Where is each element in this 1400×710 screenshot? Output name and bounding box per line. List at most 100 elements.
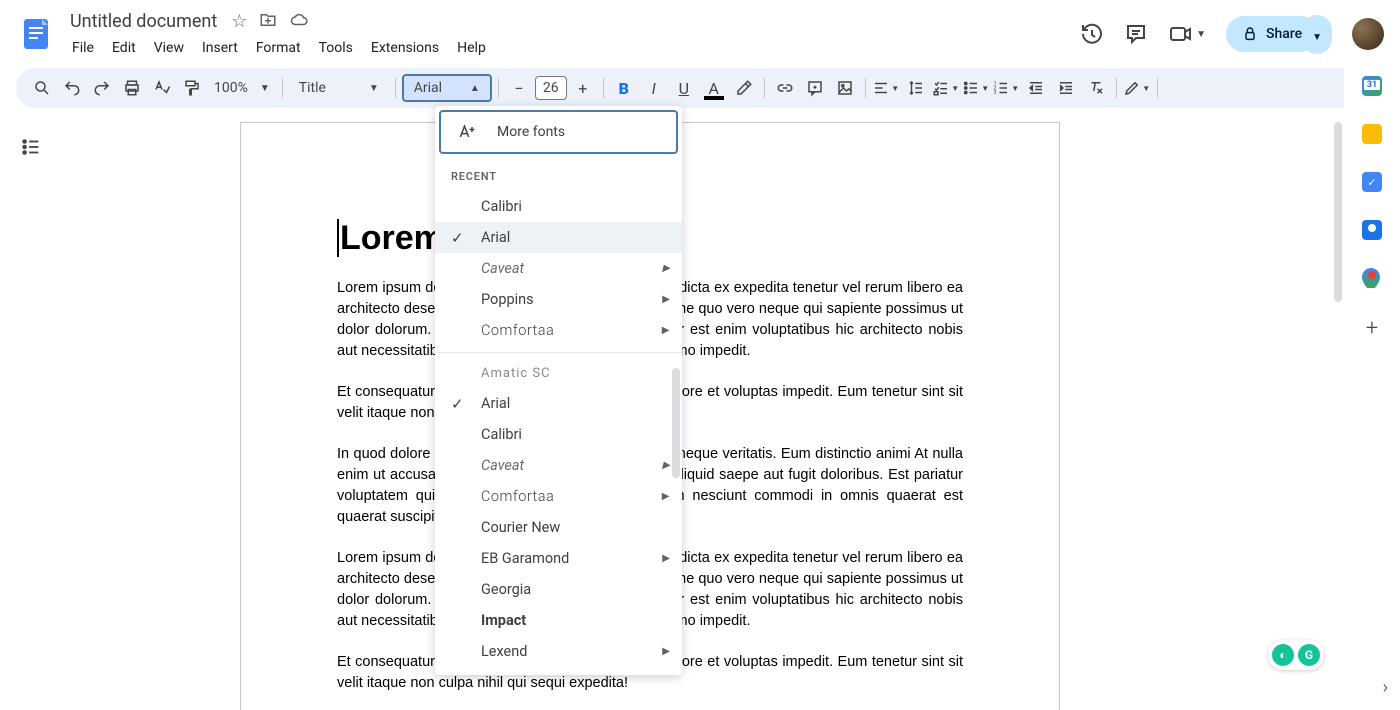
document-title[interactable]: Untitled document <box>64 9 223 34</box>
spellcheck-icon[interactable] <box>148 74 176 102</box>
paragraph-style-select[interactable]: Title▼ <box>289 80 389 96</box>
font-option-label: Georgia <box>481 581 531 598</box>
underline-button[interactable]: U <box>670 74 698 102</box>
font-option-label: Impact <box>481 612 526 629</box>
maps-app-icon[interactable] <box>1362 268 1382 288</box>
meet-icon[interactable]: ▼ <box>1168 22 1206 46</box>
bold-button[interactable]: B <box>610 74 638 102</box>
submenu-arrow-icon: ▶ <box>662 294 670 305</box>
decrease-indent-icon[interactable] <box>1022 74 1050 102</box>
editing-mode-icon[interactable]: ▼ <box>1123 74 1151 102</box>
font-option-label: Lexend <box>481 643 527 660</box>
font-option[interactable]: ✓Arial <box>435 388 682 419</box>
submenu-arrow-icon: ▶ <box>662 491 670 502</box>
font-option-label: EB Garamond <box>481 550 569 567</box>
grammarly-badge-icon[interactable]: ◐ <box>1272 644 1294 666</box>
font-option-label: Caveat <box>481 457 524 474</box>
text-color-button[interactable]: A <box>700 74 728 102</box>
submenu-arrow-icon: ▶ <box>662 325 670 336</box>
share-dropdown[interactable]: ▼ <box>1302 15 1332 54</box>
font-option-label: Calibri <box>481 426 522 443</box>
font-option-label: Arial <box>481 395 510 412</box>
italic-button[interactable]: I <box>640 74 668 102</box>
font-option-label: Arial <box>481 229 510 246</box>
move-icon[interactable] <box>259 11 277 32</box>
font-option-label: Calibri <box>481 198 522 215</box>
submenu-arrow-icon: ▶ <box>662 553 670 564</box>
font-option[interactable]: Amatic SC <box>435 359 682 388</box>
get-addons-icon[interactable]: + <box>1366 316 1378 341</box>
font-option-label: Amatic SC <box>481 366 551 381</box>
insert-comment-icon[interactable] <box>801 74 829 102</box>
insert-link-icon[interactable] <box>771 74 799 102</box>
side-panel-collapse-icon[interactable]: › <box>1383 677 1388 698</box>
font-option-label: Courier New <box>481 519 560 536</box>
grammarly-badge-icon[interactable]: G <box>1298 644 1320 666</box>
menu-edit[interactable]: Edit <box>104 36 144 60</box>
dropdown-scrollbar[interactable] <box>672 368 680 478</box>
increase-font-size[interactable]: + <box>569 74 597 102</box>
grammarly-badges[interactable]: ◐ G <box>1268 640 1324 670</box>
font-option[interactable]: Comfortaa▶ <box>435 481 682 512</box>
font-option-label: Caveat <box>481 260 524 277</box>
font-option[interactable]: Calibri <box>435 419 682 450</box>
align-button[interactable]: ▼ <box>872 74 900 102</box>
calendar-app-icon[interactable] <box>1362 76 1382 96</box>
history-icon[interactable] <box>1080 22 1104 46</box>
font-option[interactable]: EB Garamond ▶ <box>435 543 682 574</box>
submenu-arrow-icon: ▶ <box>662 263 670 274</box>
numbered-list-icon[interactable]: 123▼ <box>992 74 1020 102</box>
font-option[interactable]: Caveat ▶ <box>435 253 682 284</box>
font-family-select[interactable]: Arial▲ <box>402 74 492 102</box>
cloud-status-icon[interactable] <box>289 11 309 32</box>
more-fonts-button[interactable]: More fonts <box>439 110 678 154</box>
decrease-font-size[interactable]: − <box>505 74 533 102</box>
highlight-button[interactable] <box>730 74 758 102</box>
menu-insert[interactable]: Insert <box>194 36 246 60</box>
contacts-app-icon[interactable] <box>1362 220 1382 240</box>
menu-bar: File Edit View Insert Format Tools Exten… <box>64 36 1080 60</box>
user-avatar[interactable] <box>1352 18 1384 50</box>
menu-format[interactable]: Format <box>248 36 309 60</box>
font-size-input[interactable] <box>535 76 567 100</box>
insert-image-icon[interactable] <box>831 74 859 102</box>
star-icon[interactable]: ☆ <box>231 11 247 32</box>
menu-file[interactable]: File <box>64 36 102 60</box>
svg-text:3: 3 <box>994 90 997 96</box>
outline-toggle-icon[interactable] <box>20 136 42 158</box>
font-option[interactable]: Poppins ▶ <box>435 284 682 315</box>
keep-app-icon[interactable] <box>1362 124 1382 144</box>
font-option[interactable]: Comfortaa▶ <box>435 315 682 346</box>
bulleted-list-icon[interactable]: ▼ <box>962 74 990 102</box>
font-option[interactable]: Courier New <box>435 512 682 543</box>
font-option[interactable]: Lexend ▶ <box>435 636 682 667</box>
side-panel: + <box>1344 60 1400 710</box>
font-option[interactable]: ✓Arial <box>435 222 682 253</box>
zoom-select[interactable]: 100%▼ <box>208 80 276 96</box>
menu-help[interactable]: Help <box>449 36 494 60</box>
menu-extensions[interactable]: Extensions <box>363 36 447 60</box>
menu-view[interactable]: View <box>146 36 192 60</box>
submenu-arrow-icon: ▶ <box>662 646 670 657</box>
font-option-label: Poppins <box>481 291 534 308</box>
increase-indent-icon[interactable] <box>1052 74 1080 102</box>
tasks-app-icon[interactable] <box>1362 172 1382 192</box>
font-dropdown: More fonts RECENT Calibri✓ArialCaveat▶Po… <box>435 106 682 675</box>
clear-formatting-icon[interactable] <box>1082 74 1110 102</box>
dropdown-separator <box>435 352 682 353</box>
comments-icon[interactable] <box>1124 22 1148 46</box>
redo-icon[interactable] <box>88 74 116 102</box>
font-option[interactable]: Georgia <box>435 574 682 605</box>
scrollbar[interactable] <box>1334 122 1342 302</box>
checklist-icon[interactable]: ▼ <box>932 74 960 102</box>
undo-icon[interactable] <box>58 74 86 102</box>
search-menus-icon[interactable] <box>28 74 56 102</box>
font-option[interactable]: Impact <box>435 605 682 636</box>
line-spacing-icon[interactable] <box>902 74 930 102</box>
menu-tools[interactable]: Tools <box>311 36 361 60</box>
font-option[interactable]: Calibri <box>435 191 682 222</box>
docs-logo[interactable] <box>16 14 56 54</box>
print-icon[interactable] <box>118 74 146 102</box>
font-option[interactable]: Caveat▶ <box>435 450 682 481</box>
paint-format-icon[interactable] <box>178 74 206 102</box>
